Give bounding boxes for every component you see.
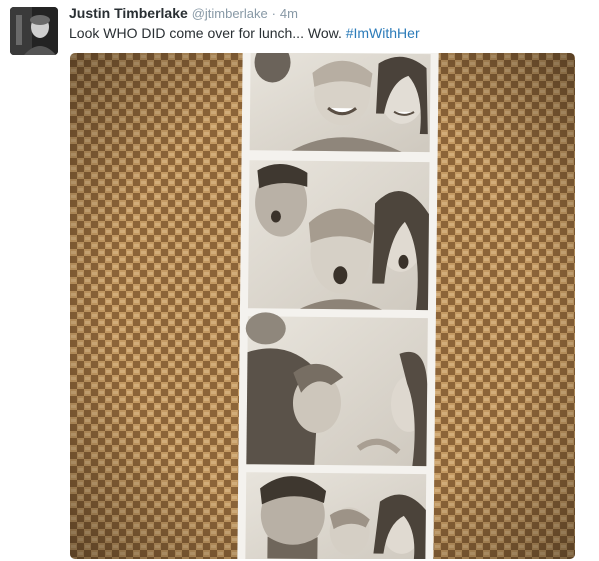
author-name[interactable]: Justin Timberlake [69,5,188,21]
separator-dot: · [271,6,276,21]
photo-booth-strip-image [70,53,575,559]
tweet-body: Look WHO DID come over for lunch... Wow. [69,25,346,41]
hashtag-link[interactable]: #ImWithHer [346,25,420,41]
tweet-timestamp[interactable]: 4m [280,6,298,21]
tweet-text: Look WHO DID come over for lunch... Wow.… [69,24,420,42]
tweet-card[interactable]: Justin Timberlake @jtimberlake · 4m Look… [0,0,599,561]
profile-photo-icon [10,7,58,55]
author-handle[interactable]: @jtimberlake [192,6,268,21]
tweet-media[interactable] [70,53,575,559]
avatar[interactable] [10,7,58,55]
tweet-header: Justin Timberlake @jtimberlake · 4m [69,4,298,23]
